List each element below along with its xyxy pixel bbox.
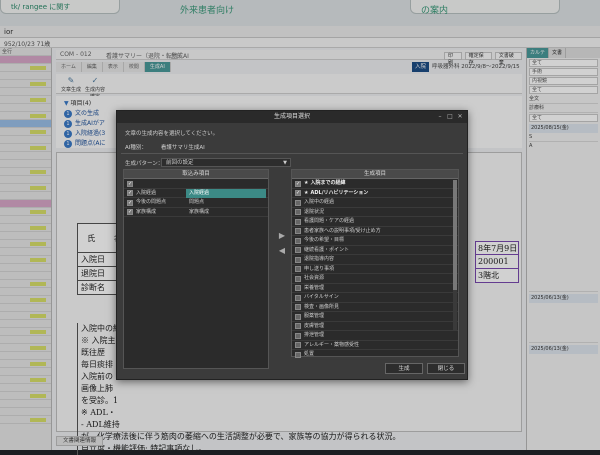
- pattern-select-value: 前回の設定: [166, 160, 194, 166]
- item-checkbox[interactable]: [295, 304, 301, 310]
- import-items-panel: 取込み項目 ✓ ✓ 入院経過 入院経過 ✓ 今後の問題点 問題点 ✓ 家族構成 …: [123, 169, 269, 369]
- item-label: 家族構成: [136, 208, 157, 215]
- list-item[interactable]: ✓ 今後の問題点 問題点: [124, 198, 268, 208]
- chevron-down-icon: ▼: [283, 160, 287, 166]
- item-checkbox[interactable]: [295, 218, 301, 225]
- item-label: アレルギー・薬物感受性: [304, 341, 360, 348]
- item-checkbox[interactable]: [295, 209, 301, 215]
- item-label: 退院指導内容: [304, 256, 335, 262]
- list-item[interactable]: 退院指導内容: [292, 255, 458, 265]
- generation-item-dialog: 生成項目選択 – □ ✕ 文章の生成内容を選択してください。 AI種別： 看護サマ…: [116, 110, 468, 380]
- close-icon[interactable]: ✕: [455, 111, 465, 123]
- minimize-icon[interactable]: –: [435, 111, 445, 123]
- list-item[interactable]: 患者家族への説明事項/受け止め方: [292, 227, 458, 236]
- list-item[interactable]: ✓ 家族構成 家族構成: [124, 208, 268, 217]
- generation-items-header: 生成項目: [292, 170, 458, 179]
- list-item[interactable]: ✓ 入院経過 入院経過: [124, 188, 268, 198]
- item-checkbox[interactable]: ✓: [295, 190, 301, 196]
- item-checkbox[interactable]: ✓: [127, 199, 133, 206]
- dialog-message: 文章の生成内容を選択してください。: [125, 131, 219, 137]
- list-item[interactable]: 退院状況: [292, 208, 458, 217]
- pattern-label: 生成パターン：: [125, 161, 164, 167]
- select-all-checkbox[interactable]: ✓: [127, 180, 133, 187]
- list-item[interactable]: バイタルサイン: [292, 293, 458, 303]
- list-item[interactable]: 皮膚管理: [292, 322, 458, 331]
- item-label: 排泄管理: [304, 332, 325, 338]
- item-label: 社会資源: [304, 275, 325, 281]
- ai-type-row: AI種別： 看護サマリ生成AI: [125, 143, 205, 151]
- list-item[interactable]: 社会資源: [292, 274, 458, 284]
- import-items-header: 取込み項目: [124, 170, 268, 179]
- item-checkbox[interactable]: [295, 285, 301, 291]
- item-checkbox[interactable]: [295, 351, 301, 358]
- item-checkbox[interactable]: [295, 266, 301, 272]
- item-label: ADL/リハビリテーション: [310, 189, 369, 196]
- list-item[interactable]: ✓ ★ 入院までの経緯: [292, 179, 458, 189]
- list-item[interactable]: 排泄管理: [292, 331, 458, 341]
- item-checkbox[interactable]: ✓: [295, 180, 301, 187]
- list-item[interactable]: 栄養管理: [292, 284, 458, 293]
- item-label: 患者家族への説明事項/受け止め方: [304, 227, 381, 234]
- close-button[interactable]: 閉じる: [427, 363, 465, 374]
- item-checkbox[interactable]: [295, 237, 301, 244]
- list-item[interactable]: 申し送り事項: [292, 265, 458, 274]
- scrollbar[interactable]: [453, 180, 457, 330]
- dialog-title: 生成項目選択: [273, 113, 310, 120]
- generate-button[interactable]: 生成: [385, 363, 423, 374]
- list-item[interactable]: ✓: [124, 179, 268, 189]
- list-item[interactable]: 看護問題・ケアの経過: [292, 217, 458, 227]
- item-value: 家族構成: [189, 208, 210, 215]
- item-checkbox[interactable]: [295, 275, 301, 282]
- ai-type-value: 看護サマリ生成AI: [160, 145, 205, 151]
- list-item[interactable]: 入院中の経過: [292, 198, 458, 208]
- item-value: 問題点: [189, 199, 205, 205]
- item-label: 看護問題・ケアの経過: [304, 218, 355, 224]
- list-item[interactable]: 検査・画像所見: [292, 303, 458, 312]
- item-label: 今後の問題点: [136, 199, 167, 205]
- list-item[interactable]: 服薬管理: [292, 312, 458, 322]
- divider: [121, 153, 463, 154]
- generation-items-panel: 生成項目 ✓ ★ 入院までの経緯 ✓ ★ ADL/リハビリテーション 入院中の経過 退院…: [291, 169, 459, 360]
- item-label: 入院までの経緯: [310, 180, 346, 186]
- list-item[interactable]: ✓ ★ ADL/リハビリテーション: [292, 189, 458, 198]
- scrollbar-thumb[interactable]: [453, 180, 457, 290]
- item-label: 皮膚管理: [304, 322, 325, 329]
- item-checkbox[interactable]: [295, 323, 301, 329]
- star-icon: ★: [304, 189, 309, 196]
- maximize-icon[interactable]: □: [445, 111, 455, 123]
- item-checkbox[interactable]: ✓: [127, 190, 133, 196]
- item-label: 栄養管理: [304, 284, 325, 291]
- item-checkbox[interactable]: [295, 228, 301, 234]
- star-icon: ★: [304, 180, 309, 186]
- item-value: 入院経過: [186, 188, 266, 198]
- item-checkbox[interactable]: [295, 342, 301, 348]
- item-label: バイタルサイン: [304, 294, 339, 300]
- dialog-title-bar: 生成項目選択 – □ ✕: [117, 111, 467, 123]
- arrow-left-icon[interactable]: ◀: [277, 246, 287, 256]
- item-checkbox[interactable]: [295, 294, 301, 301]
- item-label: 服薬管理: [304, 313, 325, 319]
- item-checkbox[interactable]: ✓: [127, 209, 133, 215]
- item-label: 処置: [304, 351, 315, 357]
- item-label: 検査・画像所見: [304, 303, 340, 310]
- list-item[interactable]: 処置: [292, 350, 458, 360]
- item-checkbox[interactable]: [295, 247, 301, 253]
- item-label: 申し送り事項: [304, 265, 335, 272]
- item-checkbox[interactable]: [295, 332, 301, 339]
- list-item[interactable]: アレルギー・薬物感受性: [292, 341, 458, 350]
- list-item[interactable]: 継続看護・ポイント: [292, 246, 458, 255]
- item-label: 今後の希望・目標: [304, 237, 345, 243]
- item-label: 入院経過: [136, 189, 157, 196]
- arrow-right-icon[interactable]: ▶: [277, 231, 287, 241]
- item-label: 継続看護・ポイント: [304, 246, 350, 253]
- item-label: 退院状況: [304, 208, 325, 215]
- item-checkbox[interactable]: [295, 313, 301, 320]
- list-item[interactable]: 今後の希望・目標: [292, 236, 458, 246]
- item-checkbox[interactable]: [295, 199, 301, 206]
- item-checkbox[interactable]: [295, 256, 301, 263]
- pattern-select[interactable]: 前回の設定 ▼: [161, 158, 291, 167]
- ai-type-label: AI種別：: [125, 145, 147, 151]
- item-label: 入院中の経過: [304, 199, 335, 205]
